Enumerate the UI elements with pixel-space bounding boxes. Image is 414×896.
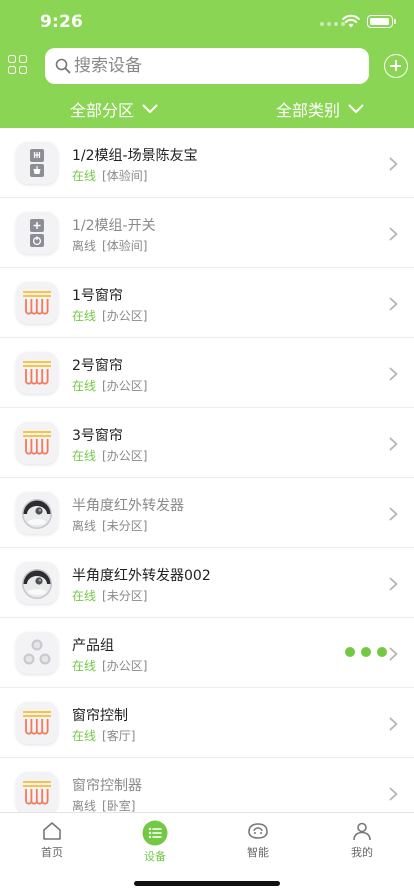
device-room: [办公区]: [102, 449, 148, 463]
device-row[interactable]: 半角度红外转发器002 在线 [未分区]: [0, 548, 414, 618]
device-list-icon: [142, 820, 168, 846]
device-status: 在线: [72, 659, 97, 673]
group-more-indicator: [345, 647, 387, 657]
device-row[interactable]: 1/2模组-场景陈友宝 在线 [体验间]: [0, 128, 414, 198]
device-name: 1号窗帘: [72, 288, 123, 304]
search-bar[interactable]: [45, 48, 369, 84]
chevron-right-icon: [389, 647, 398, 661]
device-status: 在线: [72, 729, 97, 743]
device-meta: 在线 [办公区]: [72, 307, 147, 324]
search-icon: [55, 58, 71, 74]
device-name: 3号窗帘: [72, 428, 123, 444]
device-name: 半角度红外转发器002: [72, 568, 211, 584]
device-status: 在线: [72, 309, 97, 323]
profile-icon: [353, 822, 371, 841]
grid-view-button[interactable]: [8, 55, 30, 77]
chevron-right-icon: [389, 717, 398, 731]
curtain-icon: [16, 702, 58, 744]
ir-blaster-icon: [16, 562, 58, 604]
device-name: 产品组: [72, 638, 114, 654]
chevron-down-icon: [142, 104, 158, 113]
device-row[interactable]: 半角度红外转发器 离线 [未分区]: [0, 478, 414, 548]
device-row[interactable]: 窗帘控制在线 [客厅]: [0, 688, 414, 758]
zone-filter-dropdown[interactable]: 全部分区: [70, 96, 158, 122]
search-input[interactable]: [74, 48, 354, 84]
chevron-right-icon: [389, 227, 398, 241]
scene-module-icon: [16, 142, 58, 184]
device-status: 离线: [72, 239, 97, 253]
zone-filter-label: 全部分区: [70, 101, 135, 120]
tab-label: 首页: [41, 846, 63, 859]
tab-label: 我的: [351, 846, 373, 859]
device-row[interactable]: 产品组在线 [办公区]: [0, 618, 414, 688]
device-meta: 离线 [体验间]: [72, 237, 147, 254]
device-room: [客厅]: [102, 729, 136, 743]
device-name: 窗帘控制器: [72, 778, 142, 794]
device-room: [体验间]: [102, 169, 148, 183]
device-status: 在线: [72, 379, 97, 393]
curtain-icon: [16, 352, 58, 394]
device-status: 在线: [72, 449, 97, 463]
device-row[interactable]: 2号窗帘在线 [办公区]: [0, 338, 414, 408]
chevron-down-icon: [348, 104, 364, 113]
device-status: 离线: [72, 519, 97, 533]
chevron-right-icon: [389, 157, 398, 171]
device-meta: 在线 [体验间]: [72, 167, 147, 184]
smart-icon: [248, 823, 268, 839]
device-row[interactable]: 1号窗帘在线 [办公区]: [0, 268, 414, 338]
status-time: 9:26: [40, 12, 84, 32]
chevron-right-icon: [389, 787, 398, 801]
curtain-icon: [16, 772, 58, 814]
device-name: 1/2模组-场景陈友宝: [72, 148, 198, 164]
type-filter-label: 全部类别: [276, 101, 341, 120]
device-meta: 在线 [办公区]: [72, 657, 147, 674]
curtain-icon: [16, 282, 58, 324]
tab-label: 智能: [247, 846, 269, 859]
device-status: 在线: [72, 169, 97, 183]
home-indicator: [134, 881, 280, 886]
device-status: 在线: [72, 589, 97, 603]
device-room: [办公区]: [102, 379, 148, 393]
device-meta: 在线 [客厅]: [72, 727, 135, 744]
device-room: [体验间]: [102, 239, 148, 253]
device-meta: 在线 [办公区]: [72, 377, 147, 394]
device-meta: 在线 [未分区]: [72, 587, 147, 604]
device-row[interactable]: 3号窗帘在线 [办公区]: [0, 408, 414, 478]
device-name: 窗帘控制: [72, 708, 128, 724]
device-name: 1/2模组-开关: [72, 218, 156, 234]
product-group-icon: [16, 632, 58, 674]
device-meta: 离线 [未分区]: [72, 517, 147, 534]
device-name: 2号窗帘: [72, 358, 123, 374]
tab-smart[interactable]: 智能: [218, 820, 298, 860]
ir-blaster-icon: [16, 492, 58, 534]
add-device-button[interactable]: [384, 54, 408, 78]
device-meta: 在线 [办公区]: [72, 447, 147, 464]
device-name: 半角度红外转发器: [72, 498, 184, 514]
device-room: [办公区]: [102, 309, 148, 323]
switch-module-icon: [16, 212, 58, 254]
device-row[interactable]: 1/2模组-开关 离线 [体验间]: [0, 198, 414, 268]
wifi-icon: [342, 14, 360, 28]
chevron-right-icon: [389, 437, 398, 451]
chevron-right-icon: [389, 297, 398, 311]
status-bar: 9:26: [0, 0, 414, 44]
chevron-right-icon: [389, 507, 398, 521]
device-room: [未分区]: [102, 519, 148, 533]
tab-home[interactable]: 首页: [12, 820, 92, 860]
chevron-right-icon: [389, 577, 398, 591]
home-icon: [43, 822, 61, 840]
tab-profile[interactable]: 我的: [322, 820, 402, 860]
tab-device-list[interactable]: 设备: [115, 820, 195, 864]
battery-icon: [367, 15, 396, 28]
top-header: 9:26 全部分区 全部类别: [0, 0, 414, 128]
tab-label: 设备: [144, 850, 166, 863]
device-room: [未分区]: [102, 589, 148, 603]
curtain-icon: [16, 422, 58, 464]
device-room: [办公区]: [102, 659, 148, 673]
chevron-right-icon: [389, 367, 398, 381]
device-list: 1/2模组-场景陈友宝 在线 [体验间] 1/2模组-开关 离线 [体验间] 1号窗帘 在线[…: [0, 128, 414, 828]
type-filter-dropdown[interactable]: 全部类别: [276, 96, 364, 122]
